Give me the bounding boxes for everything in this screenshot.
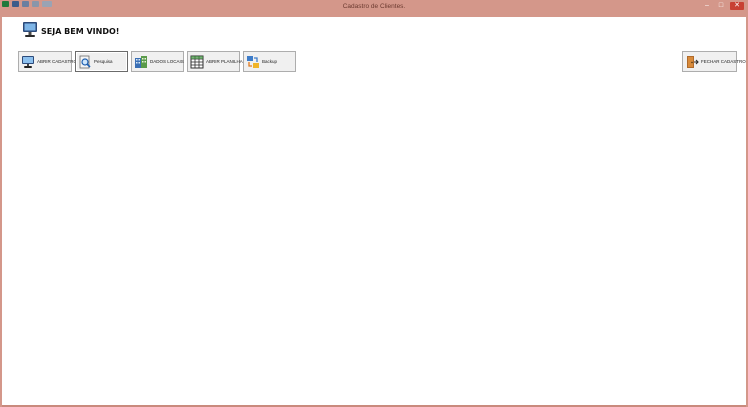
welcome-header: SEJA BEM VINDO! <box>22 21 119 38</box>
button-label: ABRIR CADASTRO <box>37 59 78 64</box>
button-label: ABRIR PLANILHA <box>206 59 243 64</box>
main-form: SEJA BEM VINDO! ABRIR CADASTRO Pesquisa <box>2 17 746 405</box>
button-label: Pesquisa <box>94 59 113 64</box>
title-bar: Cadastro de Clientes. – □ ✕ <box>0 0 748 17</box>
maximize-button[interactable]: □ <box>716 2 726 10</box>
window-controls: – □ ✕ <box>702 2 744 10</box>
open-spreadsheet-button[interactable]: ABRIR PLANILHA <box>187 51 243 72</box>
button-label: DADOS LOCAIS <box>150 59 184 64</box>
local-data-button[interactable]: DADOS LOCAIS <box>131 51 184 72</box>
computer-monitor-icon <box>23 22 37 37</box>
open-registry-button[interactable]: ABRIR CADASTRO <box>18 51 77 72</box>
button-label: FECHAR CADASTRO <box>701 59 746 64</box>
backup-button[interactable]: Backup <box>243 51 296 72</box>
building-icon <box>135 55 147 68</box>
minimize-button[interactable]: – <box>702 2 712 10</box>
document-search-icon <box>79 55 91 68</box>
close-registry-button[interactable]: FECHAR CADASTRO <box>682 51 746 72</box>
exit-door-icon <box>687 55 699 68</box>
computer-monitor-icon <box>22 55 34 68</box>
welcome-title: SEJA BEM VINDO! <box>41 26 120 36</box>
spreadsheet-icon <box>190 55 204 68</box>
app-window: Cadastro de Clientes. – □ ✕ SEJA BEM VIN… <box>0 0 748 407</box>
backup-sync-icon <box>247 55 259 68</box>
button-label: Backup <box>262 59 278 64</box>
close-button[interactable]: ✕ <box>730 2 744 10</box>
search-button[interactable]: Pesquisa <box>75 51 128 72</box>
window-title: Cadastro de Clientes. <box>342 3 406 10</box>
